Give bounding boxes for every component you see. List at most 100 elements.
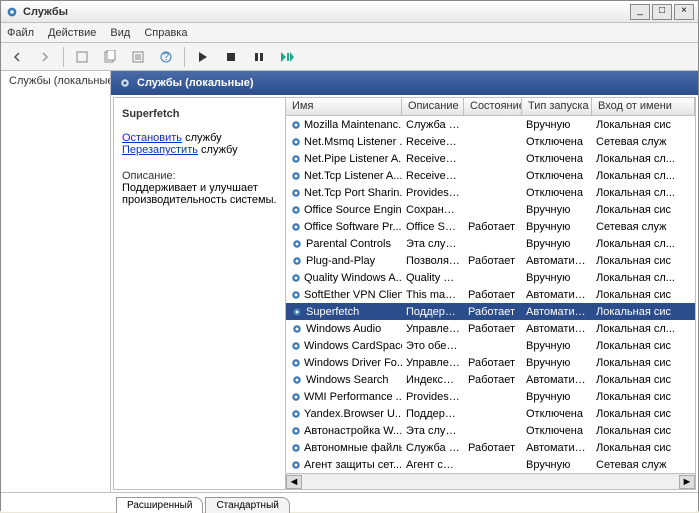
service-row[interactable]: Автонастройка W...Эта служ...ОтключенаЛо… — [286, 422, 695, 439]
cell-name: WMI Performance ... — [286, 391, 402, 403]
service-row[interactable]: Net.Pipe Listener A...Receives ...Отключ… — [286, 150, 695, 167]
service-row[interactable]: Office Software Pr...Office Sof...Работа… — [286, 218, 695, 235]
properties-button[interactable] — [70, 46, 94, 68]
cell-startup: Вручную — [522, 391, 592, 403]
service-row[interactable]: SuperfetchПоддерж...РаботаетАвтоматиче..… — [286, 303, 695, 320]
refresh-button[interactable] — [98, 46, 122, 68]
service-row[interactable]: Windows AudioУправлен...РаботаетАвтомати… — [286, 320, 695, 337]
cell-name: Автонастройка W... — [286, 425, 402, 437]
service-row[interactable]: Office Source EngineСохранен...ВручнуюЛо… — [286, 201, 695, 218]
cell-startup: Вручную — [522, 238, 592, 250]
service-row[interactable]: Plug-and-PlayПозволяе...РаботаетАвтомати… — [286, 252, 695, 269]
menu-help[interactable]: Справка — [144, 27, 187, 39]
service-row[interactable]: Parental ControlsЭта служ...ВручнуюЛокал… — [286, 235, 695, 252]
forward-button[interactable] — [33, 46, 57, 68]
start-service-button[interactable] — [191, 46, 215, 68]
cell-startup: Вручную — [522, 459, 592, 471]
tree-item-services[interactable]: Службы (локальные) — [5, 75, 106, 87]
export-button[interactable] — [126, 46, 150, 68]
cell-desc: Управлен... — [402, 323, 464, 335]
horizontal-scrollbar[interactable]: ◄ ► — [286, 473, 695, 489]
cell-status: Работает — [464, 357, 522, 369]
minimize-button[interactable]: _ — [630, 4, 650, 20]
service-row[interactable]: Net.Tcp Listener A...Receives ...Отключе… — [286, 167, 695, 184]
cell-desc: Сохранен... — [402, 204, 464, 216]
stop-link[interactable]: Остановить — [122, 132, 182, 144]
cell-startup: Отключена — [522, 408, 592, 420]
cell-logon: Локальная сл... — [592, 238, 695, 250]
cell-name: Office Source Engine — [286, 204, 402, 216]
col-header-status[interactable]: Состояние — [464, 98, 522, 115]
cell-desc: Provides p... — [402, 391, 464, 403]
cell-logon: Локальная сис — [592, 289, 695, 301]
scroll-left-button[interactable]: ◄ — [286, 475, 302, 489]
cell-desc: Quality Wi... — [402, 272, 464, 284]
cell-startup: Автоматиче... — [522, 306, 592, 318]
selected-service-name: Superfetch — [122, 108, 277, 120]
cell-desc: Provides a... — [402, 187, 464, 199]
close-button[interactable]: × — [674, 4, 694, 20]
service-icon — [290, 119, 302, 131]
col-header-desc[interactable]: Описание — [402, 98, 464, 115]
service-row[interactable]: Net.Tcp Port Sharin...Provides a...Отклю… — [286, 184, 695, 201]
cell-logon: Локальная сис — [592, 306, 695, 318]
stop-service-button[interactable] — [219, 46, 243, 68]
maximize-button[interactable]: □ — [652, 4, 672, 20]
cell-name: Net.Tcp Port Sharin... — [286, 187, 402, 199]
cell-desc: Служба а... — [402, 442, 464, 454]
service-icon — [290, 306, 304, 318]
service-icon — [290, 204, 302, 216]
cell-name: Plug-and-Play — [286, 255, 402, 267]
menu-action[interactable]: Действие — [48, 27, 96, 39]
cell-desc: Эта служ... — [402, 425, 464, 437]
service-icon — [290, 289, 302, 301]
scroll-right-button[interactable]: ► — [679, 475, 695, 489]
cell-name: Windows CardSpace — [286, 340, 402, 352]
menu-view[interactable]: Вид — [110, 27, 130, 39]
cell-desc: Служба п... — [402, 119, 464, 131]
service-row[interactable]: Yandex.Browser U...Поддерж...ОтключенаЛо… — [286, 405, 695, 422]
cell-name: SoftEther VPN Client — [286, 289, 402, 301]
cell-name: Net.Tcp Listener A... — [286, 170, 402, 182]
cell-name: Superfetch — [286, 306, 402, 318]
service-row[interactable]: Net.Msmq Listener ...Receives ...Отключе… — [286, 133, 695, 150]
pause-service-button[interactable] — [247, 46, 271, 68]
service-row[interactable]: Windows Driver Fo...Управлен...РаботаетВ… — [286, 354, 695, 371]
service-row[interactable]: Windows SearchИндексир...РаботаетАвтомат… — [286, 371, 695, 388]
service-list[interactable]: Mozilla Maintenanc...Служба п...ВручнуюЛ… — [286, 116, 695, 473]
help-button[interactable]: ? — [154, 46, 178, 68]
cell-logon: Локальная сл... — [592, 187, 695, 199]
service-row[interactable]: Автономные файлыСлужба а...РаботаетАвтом… — [286, 439, 695, 456]
cell-status: Работает — [464, 323, 522, 335]
cell-desc: This mana... — [402, 289, 464, 301]
service-row[interactable]: Quality Windows A...Quality Wi...Вручную… — [286, 269, 695, 286]
col-header-name[interactable]: Имя — [286, 98, 402, 115]
service-icon — [290, 357, 302, 369]
cell-name: Windows Audio — [286, 323, 402, 335]
cell-startup: Автоматиче... — [522, 323, 592, 335]
service-row[interactable]: Агент защиты сет...Агент слу...ВручнуюСе… — [286, 456, 695, 473]
cell-startup: Вручную — [522, 221, 592, 233]
description-text: Поддерживает и улучшает производительнос… — [122, 182, 277, 206]
scroll-track[interactable] — [302, 475, 679, 489]
service-row[interactable]: SoftEther VPN ClientThis mana...Работает… — [286, 286, 695, 303]
restart-service-button[interactable] — [275, 46, 299, 68]
cell-startup: Отключена — [522, 170, 592, 182]
service-row[interactable]: Mozilla Maintenanc...Служба п...ВручнуюЛ… — [286, 116, 695, 133]
cell-logon: Локальная сис — [592, 340, 695, 352]
description-panel: Superfetch Остановить службу Перезапусти… — [114, 98, 286, 489]
menu-file[interactable]: Файл — [7, 27, 34, 39]
cell-startup: Вручную — [522, 340, 592, 352]
service-row[interactable]: Windows CardSpaceЭто обес...ВручнуюЛокал… — [286, 337, 695, 354]
cell-desc: Индексир... — [402, 374, 464, 386]
service-row[interactable]: WMI Performance ...Provides p...ВручнуюЛ… — [286, 388, 695, 405]
restart-link[interactable]: Перезапустить — [122, 144, 198, 156]
cell-status: Работает — [464, 442, 522, 454]
window-title: Службы — [23, 6, 630, 18]
back-button[interactable] — [5, 46, 29, 68]
cell-name: Автономные файлы — [286, 442, 402, 454]
cell-desc: Поддерж... — [402, 306, 464, 318]
menubar: Файл Действие Вид Справка — [1, 23, 698, 43]
col-header-logon[interactable]: Вход от имени — [592, 98, 695, 115]
col-header-startup[interactable]: Тип запуска — [522, 98, 592, 115]
